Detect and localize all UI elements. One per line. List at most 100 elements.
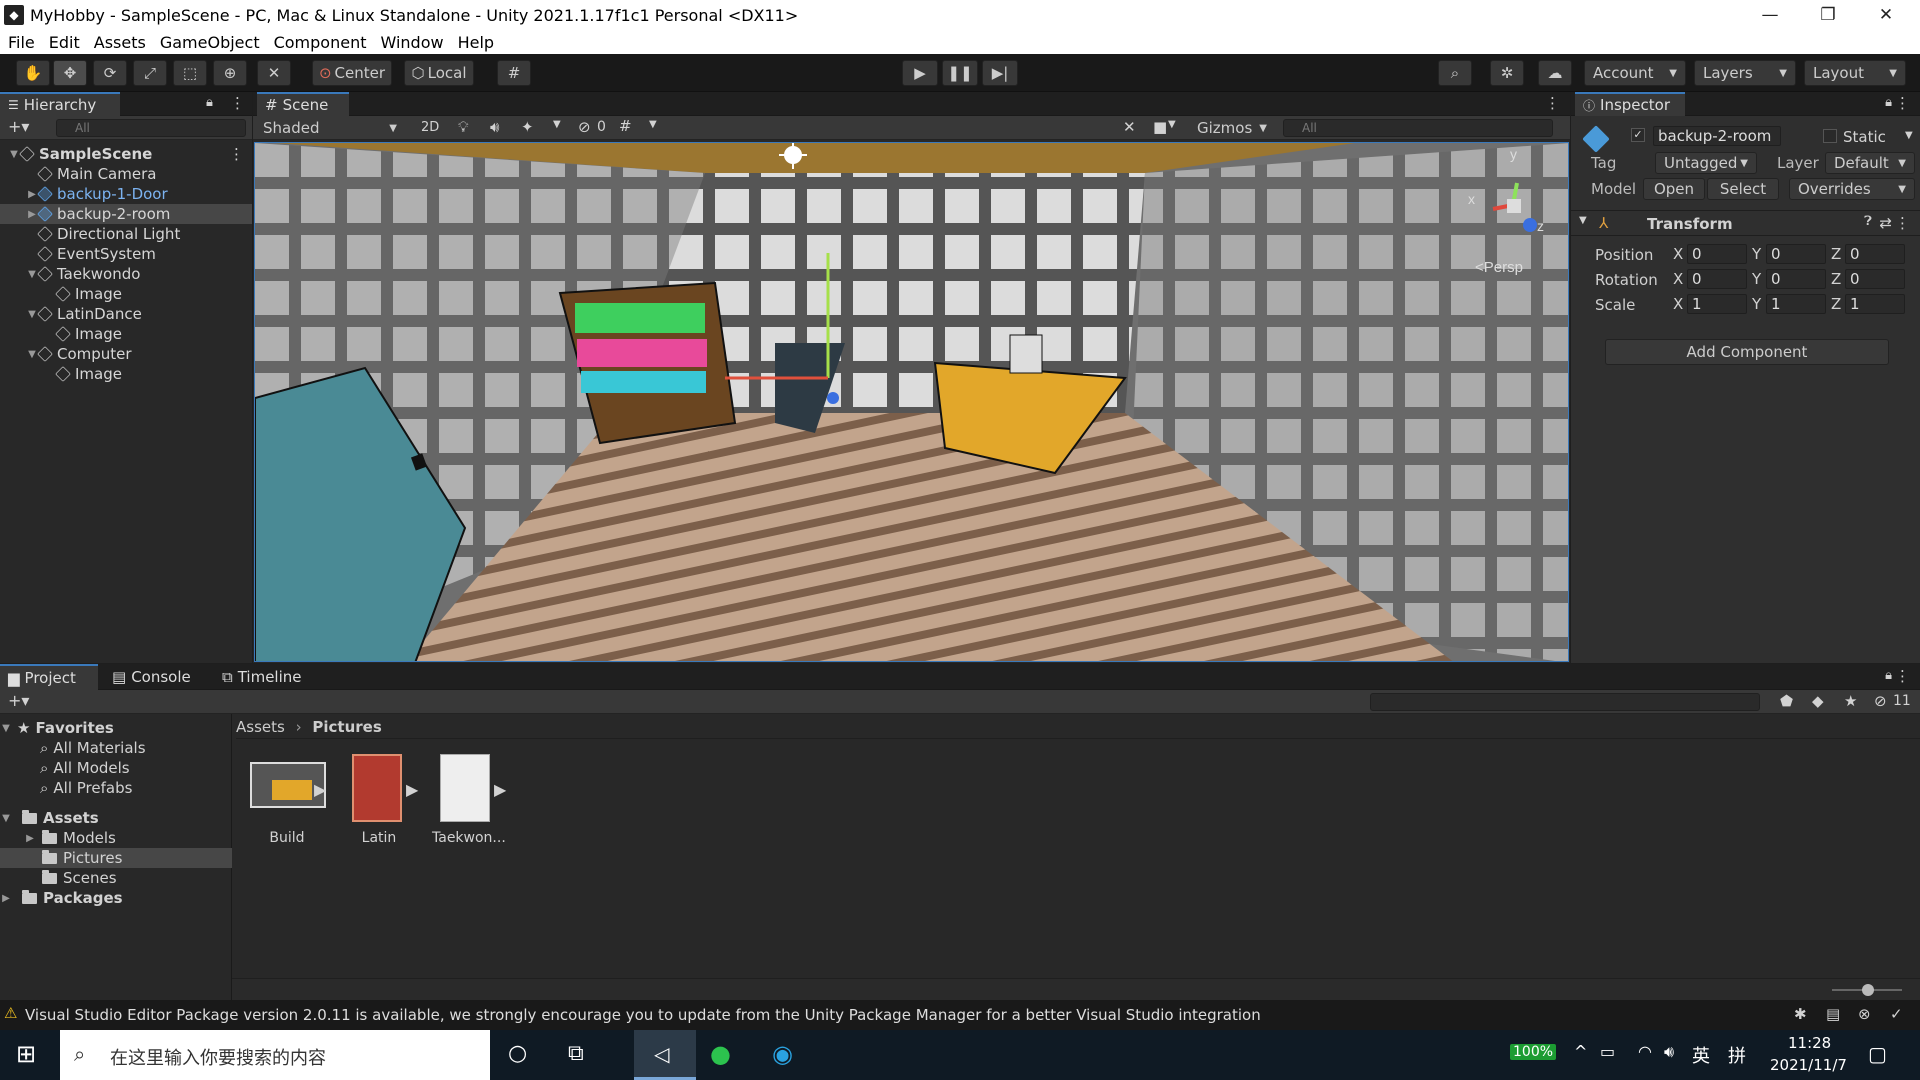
transform-header[interactable]: ▼ ⅄ Transform ❓︎ ⇄ ⋮ bbox=[1571, 210, 1920, 236]
menu-component[interactable]: Component bbox=[274, 33, 367, 52]
position-y-field[interactable]: 0 bbox=[1766, 244, 1826, 264]
hierarchy-item[interactable]: Main Camera bbox=[0, 164, 252, 184]
chevron-down-icon[interactable]: ▼ bbox=[1168, 119, 1176, 130]
search-by-label-icon[interactable]: ◆ bbox=[1812, 692, 1824, 710]
effects-icon[interactable]: ✦ bbox=[521, 118, 534, 136]
hierarchy-item[interactable]: ▼ SampleScene ⋮ bbox=[0, 144, 252, 164]
rect-tool-icon[interactable]: ⬚ bbox=[173, 60, 207, 86]
rotation-y-axis-label[interactable]: Y bbox=[1752, 270, 1761, 288]
move-tool-icon[interactable]: ✥ bbox=[53, 60, 87, 86]
search-by-type-icon[interactable]: ⬟ bbox=[1780, 692, 1793, 710]
chevron-down-icon[interactable]: ▼ bbox=[649, 119, 657, 130]
rotation-z-axis-label[interactable]: Z bbox=[1831, 270, 1841, 288]
preset-icon[interactable]: ⇄ bbox=[1879, 214, 1892, 232]
play-icon[interactable]: ▶ bbox=[406, 780, 418, 799]
zoom-slider-handle[interactable] bbox=[1862, 984, 1874, 996]
help-icon[interactable]: ❓︎ bbox=[1864, 214, 1872, 229]
clock-date[interactable]: 2021/11/7 bbox=[1770, 1056, 1847, 1074]
cortana-icon[interactable]: ○ bbox=[508, 1041, 527, 1066]
position-x-field[interactable]: 0 bbox=[1687, 244, 1747, 264]
static-checkbox[interactable] bbox=[1823, 129, 1837, 143]
active-checkbox[interactable]: ✓ bbox=[1631, 128, 1645, 142]
scene-viewport[interactable]: y x z <Persp bbox=[254, 142, 1569, 662]
rotation-z-field[interactable]: 0 bbox=[1845, 269, 1905, 289]
custom-tool-icon[interactable]: ✕ bbox=[257, 60, 291, 86]
tab-hierarchy[interactable]: ☰ Hierarchy bbox=[0, 92, 120, 116]
open-button[interactable]: Open bbox=[1643, 178, 1705, 200]
layout-dropdown[interactable]: Layout ▼ bbox=[1804, 60, 1906, 86]
pause-button[interactable]: ❚❚ bbox=[942, 60, 978, 86]
menu-window[interactable]: Window bbox=[380, 33, 443, 52]
lock-icon[interactable]: 🔒︎ bbox=[1885, 668, 1892, 683]
chevron-down-icon[interactable]: ▼ bbox=[1905, 130, 1913, 141]
asset-item-taekwondo[interactable]: ▶ Taekwon... bbox=[432, 754, 528, 864]
hierarchy-item[interactable]: Image bbox=[0, 324, 252, 344]
add-icon[interactable]: +▾ bbox=[8, 691, 29, 710]
cache-icon[interactable]: ▤ bbox=[1826, 1005, 1840, 1023]
audio-icon[interactable]: 🔊︎ bbox=[490, 118, 499, 136]
lock-icon[interactable]: 🔒︎ bbox=[1885, 95, 1892, 110]
kebab-menu-icon[interactable]: ⋮ bbox=[1545, 94, 1560, 112]
rotation-x-field[interactable]: 0 bbox=[1687, 269, 1747, 289]
kebab-menu-icon[interactable]: ⋮ bbox=[1895, 94, 1910, 112]
position-y-axis-label[interactable]: Y bbox=[1752, 245, 1761, 263]
breadcrumb-assets[interactable]: Assets bbox=[236, 718, 285, 736]
menu-assets[interactable]: Assets bbox=[94, 33, 146, 52]
ime-language[interactable]: 英 bbox=[1692, 1042, 1710, 1068]
models-folder[interactable]: ▶ Models bbox=[0, 828, 232, 848]
tab-timeline[interactable]: ⧉ Timeline bbox=[222, 668, 302, 686]
hierarchy-item[interactable]: ▶ backup-2-room bbox=[0, 204, 252, 224]
asset-item-build[interactable]: ▶ Build bbox=[244, 754, 340, 864]
hierarchy-search-input[interactable]: All bbox=[56, 119, 246, 137]
collab-icon[interactable]: ✲ bbox=[1490, 60, 1524, 86]
chevron-down-icon[interactable]: ▼ bbox=[26, 309, 38, 320]
lighting-icon[interactable]: 💡︎ bbox=[458, 118, 469, 136]
scale-x-axis-label[interactable]: X bbox=[1673, 295, 1683, 313]
play-icon[interactable]: ▶ bbox=[314, 780, 326, 799]
scale-z-field[interactable]: 1 bbox=[1845, 294, 1905, 314]
progress-icon[interactable]: ⊗ bbox=[1858, 1005, 1871, 1023]
chevron-down-icon[interactable]: ▼ bbox=[26, 349, 38, 360]
favorite-star-icon[interactable]: ★ bbox=[1844, 692, 1857, 710]
layers-dropdown[interactable]: Layers ▼ bbox=[1694, 60, 1796, 86]
tools-icon[interactable]: ✕ bbox=[1123, 118, 1136, 136]
overrides-dropdown[interactable]: Overrides ▼ bbox=[1789, 178, 1915, 200]
volume-icon[interactable]: 🔊︎ bbox=[1664, 1042, 1674, 1062]
task-view-icon[interactable]: ⧉ bbox=[568, 1041, 584, 1066]
project-search-input[interactable] bbox=[1370, 693, 1760, 711]
kebab-menu-icon[interactable]: ⋮ bbox=[1895, 667, 1910, 685]
hierarchy-item[interactable]: ▼ LatinDance bbox=[0, 304, 252, 324]
hidden-packages-icon[interactable]: ⊘ bbox=[1874, 692, 1887, 710]
play-button[interactable]: ▶ bbox=[902, 60, 938, 86]
assets-folder[interactable]: ▼ Assets bbox=[0, 808, 232, 828]
favorite-all-materials[interactable]: ⌕ All Materials bbox=[0, 738, 232, 758]
account-dropdown[interactable]: Account ▼ bbox=[1584, 60, 1686, 86]
wechat-icon[interactable]: ● bbox=[710, 1040, 731, 1068]
network-icon[interactable]: ◠ bbox=[1638, 1042, 1652, 1061]
breadcrumb-pictures[interactable]: Pictures bbox=[312, 718, 381, 736]
battery-indicator[interactable]: 100% bbox=[1510, 1044, 1557, 1060]
hidden-objects-icon[interactable]: ⊘ bbox=[578, 118, 591, 136]
cloud-icon[interactable]: ☁ bbox=[1538, 60, 1572, 86]
bug-icon[interactable]: ✱ bbox=[1794, 1005, 1807, 1023]
play-icon[interactable]: ▶ bbox=[494, 780, 506, 799]
favorite-all-prefabs[interactable]: ⌕ All Prefabs bbox=[0, 778, 232, 798]
scale-z-axis-label[interactable]: Z bbox=[1831, 295, 1841, 313]
chevron-right-icon[interactable]: ▶ bbox=[26, 209, 38, 220]
chevron-down-icon[interactable]: ▼ bbox=[26, 269, 38, 280]
add-component-button[interactable]: Add Component bbox=[1605, 339, 1889, 365]
pivot-center-button[interactable]: ⊙ Center bbox=[312, 60, 392, 86]
packages-folder[interactable]: ▶ Packages bbox=[0, 888, 232, 908]
hierarchy-item[interactable]: ▼ Computer bbox=[0, 344, 252, 364]
asset-item-latin[interactable]: ▶ Latin bbox=[344, 754, 440, 864]
tray-chevron-icon[interactable]: ^ bbox=[1574, 1042, 1587, 1061]
scenes-folder[interactable]: Scenes bbox=[0, 868, 232, 888]
scale-tool-icon[interactable]: ⤢ bbox=[133, 60, 167, 86]
battery-icon[interactable]: ▭ bbox=[1600, 1042, 1615, 1061]
projection-mode-label[interactable]: <Persp bbox=[1475, 259, 1523, 276]
scene-search-input[interactable]: All bbox=[1283, 119, 1553, 137]
hierarchy-item[interactable]: ▶ backup-1-Door bbox=[0, 184, 252, 204]
rotation-y-field[interactable]: 0 bbox=[1766, 269, 1826, 289]
grid-snap-icon[interactable]: # bbox=[497, 60, 531, 86]
hierarchy-item[interactable]: EventSystem bbox=[0, 244, 252, 264]
